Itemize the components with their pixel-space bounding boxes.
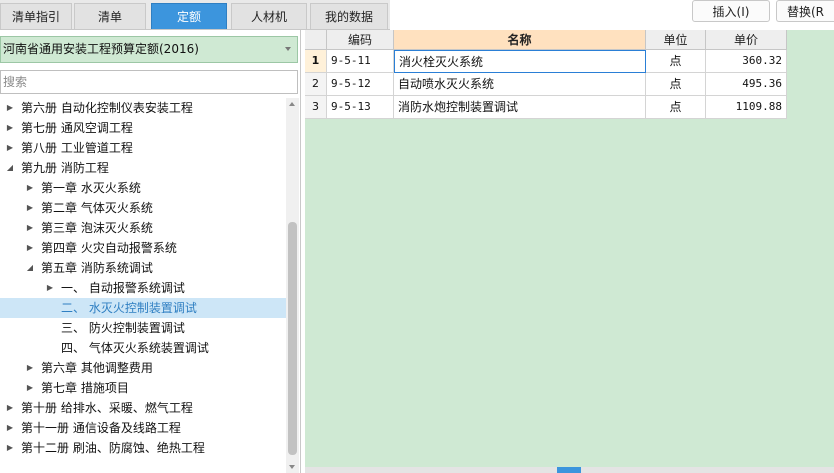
tree-node[interactable]: ▶ 第二章 气体灭火系统: [0, 198, 286, 218]
collapsed-arrow-icon[interactable]: ▶: [25, 198, 35, 218]
search-input[interactable]: [0, 70, 298, 94]
tree-node[interactable]: ▶ 第三章 泡沫灭火系统: [0, 218, 286, 238]
tree-node[interactable]: ▶ 第一章 水灭火系统: [0, 178, 286, 198]
cell-unit[interactable]: 点: [646, 73, 706, 96]
cell-price[interactable]: 1109.88: [706, 96, 787, 119]
tab-bill-guide[interactable]: 清单指引: [0, 3, 72, 29]
tree-node-label: 第十一册 通信设备及线路工程: [21, 421, 181, 435]
tree-scrollbar-thumb[interactable]: [288, 222, 297, 455]
row-number: 2: [305, 73, 327, 96]
cell-name[interactable]: 自动喷水灭火系统: [394, 73, 646, 96]
tab-bill[interactable]: 清单: [74, 3, 146, 29]
tree-node[interactable]: ▶ 一、 自动报警系统调试: [0, 278, 286, 298]
tree-node[interactable]: ▶ 第六册 自动化控制仪表安装工程: [0, 98, 286, 118]
row-number-header: [305, 30, 327, 50]
quota-grid-panel: 编码 名称 单位 单价 1 9-5-11 消火栓灭火系统 点 360.32 2 …: [305, 30, 834, 473]
collapsed-arrow-icon[interactable]: ▶: [45, 278, 55, 298]
tree-node-label: 第六章 其他调整费用: [41, 361, 153, 375]
tree-node-label: 三、 防火控制装置调试: [61, 321, 185, 335]
tree-node[interactable]: ▶ 第七册 通风空调工程: [0, 118, 286, 138]
tree-node-label: 一、 自动报警系统调试: [61, 281, 185, 295]
tab-strip: 清单指引 清单 定额 人材机 我的数据: [0, 0, 390, 30]
insert-button[interactable]: 插入(I): [692, 0, 770, 22]
cell-name[interactable]: 消防水炮控制装置调试: [394, 96, 646, 119]
quota-library-window: 清单指引 清单 定额 人材机 我的数据 插入(I) 替换(R 河南省通用安装工程…: [0, 0, 834, 473]
collapsed-arrow-icon[interactable]: ▶: [5, 418, 15, 438]
cell-code[interactable]: 9-5-12: [327, 73, 394, 96]
cell-name[interactable]: 消火栓灭火系统: [394, 50, 646, 73]
library-dropdown-value: 河南省通用安装工程预算定额(2016): [3, 42, 199, 56]
tree-node[interactable]: ▶ 第七章 措施项目: [0, 378, 286, 398]
tree-node-label: 第五章 消防系统调试: [41, 261, 153, 275]
column-header-price[interactable]: 单价: [706, 30, 787, 50]
tree-node[interactable]: ▶ 第六章 其他调整费用: [0, 358, 286, 378]
collapsed-arrow-icon[interactable]: ▶: [5, 438, 15, 458]
collapsed-arrow-icon[interactable]: ▶: [5, 98, 15, 118]
tree-scrollbar[interactable]: [286, 98, 299, 473]
grid-header: 编码 名称 单位 单价: [305, 30, 787, 50]
tree-node[interactable]: 二、 水灭火控制装置调试: [0, 298, 286, 318]
scroll-up-icon[interactable]: [289, 102, 295, 106]
tree-node-label: 第四章 火灾自动报警系统: [41, 241, 177, 255]
cell-unit[interactable]: 点: [646, 50, 706, 73]
expanded-arrow-icon[interactable]: ◢: [5, 158, 15, 178]
row-number: 1: [305, 50, 327, 73]
tree-node-label: 第七章 措施项目: [41, 381, 129, 395]
tree-node[interactable]: ◢ 第五章 消防系统调试: [0, 258, 286, 278]
row-number: 3: [305, 96, 327, 119]
scroll-down-icon[interactable]: [289, 465, 295, 469]
tree-node-label: 四、 气体灭火系统装置调试: [61, 341, 209, 355]
tree-node-label: 第七册 通风空调工程: [21, 121, 133, 135]
tree-node[interactable]: ◢ 第九册 消防工程: [0, 158, 286, 178]
column-header-unit[interactable]: 单位: [646, 30, 706, 50]
tree-node-label: 第八册 工业管道工程: [21, 141, 133, 155]
expanded-arrow-icon[interactable]: ◢: [25, 258, 35, 278]
tree-node[interactable]: 四、 气体灭火系统装置调试: [0, 338, 286, 358]
tree-node[interactable]: ▶ 第八册 工业管道工程: [0, 138, 286, 158]
collapsed-arrow-icon[interactable]: ▶: [5, 398, 15, 418]
collapsed-arrow-icon[interactable]: ▶: [5, 138, 15, 158]
tree-node[interactable]: ▶ 第十二册 刷油、防腐蚀、绝热工程: [0, 438, 286, 458]
collapsed-arrow-icon[interactable]: ▶: [25, 238, 35, 258]
splitter-grip-icon[interactable]: [557, 467, 581, 473]
tab-my-data[interactable]: 我的数据: [310, 3, 388, 29]
tree-node-label: 第六册 自动化控制仪表安装工程: [21, 101, 193, 115]
tree-node-label: 第一章 水灭火系统: [41, 181, 141, 195]
cell-code[interactable]: 9-5-13: [327, 96, 394, 119]
collapsed-arrow-icon[interactable]: ▶: [25, 378, 35, 398]
tree-node-label: 二、 水灭火控制装置调试: [61, 301, 197, 315]
tree-node[interactable]: ▶ 第十一册 通信设备及线路工程: [0, 418, 286, 438]
table-row[interactable]: 3 9-5-13 消防水炮控制装置调试 点 1109.88: [305, 96, 787, 119]
collapsed-arrow-icon[interactable]: ▶: [25, 178, 35, 198]
table-row[interactable]: 2 9-5-12 自动喷水灭火系统 点 495.36: [305, 73, 787, 96]
column-header-code[interactable]: 编码: [327, 30, 394, 50]
tree-node-label: 第二章 气体灭火系统: [41, 201, 153, 215]
tab-labor-material-machine[interactable]: 人材机: [231, 3, 307, 29]
table-row[interactable]: 1 9-5-11 消火栓灭火系统 点 360.32: [305, 50, 787, 73]
cell-price[interactable]: 495.36: [706, 73, 787, 96]
quota-tree: ▶ 第六册 自动化控制仪表安装工程 ▶ 第七册 通风空调工程 ▶ 第八册 工业管道工程 ◢ 第…: [0, 98, 286, 473]
tree-node[interactable]: ▶ 第四章 火灾自动报警系统: [0, 238, 286, 258]
chevron-down-icon[interactable]: [285, 47, 291, 51]
collapsed-arrow-icon[interactable]: ▶: [25, 358, 35, 378]
tree-node-label: 第九册 消防工程: [21, 161, 109, 175]
cell-code[interactable]: 9-5-11: [327, 50, 394, 73]
tree-node[interactable]: 三、 防火控制装置调试: [0, 318, 286, 338]
tree-node-label: 第三章 泡沫灭火系统: [41, 221, 153, 235]
tree-node-label: 第十二册 刷油、防腐蚀、绝热工程: [21, 441, 205, 455]
collapsed-arrow-icon[interactable]: ▶: [25, 218, 35, 238]
tree-node[interactable]: ▶ 第十册 给排水、采暖、燃气工程: [0, 398, 286, 418]
tab-quota[interactable]: 定额: [151, 3, 227, 29]
grid-horizontal-scrollbar[interactable]: [305, 467, 834, 473]
replace-button[interactable]: 替换(R: [776, 0, 834, 22]
collapsed-arrow-icon[interactable]: ▶: [5, 118, 15, 138]
tree-node-label: 第十册 给排水、采暖、燃气工程: [21, 401, 193, 415]
column-header-name[interactable]: 名称: [394, 30, 646, 50]
library-dropdown[interactable]: 河南省通用安装工程预算定额(2016): [0, 36, 298, 63]
cell-unit[interactable]: 点: [646, 96, 706, 119]
cell-price[interactable]: 360.32: [706, 50, 787, 73]
quota-tree-panel: 河南省通用安装工程预算定额(2016) ▶ 第六册 自动化控制仪表安装工程 ▶ 第七册…: [0, 30, 301, 473]
